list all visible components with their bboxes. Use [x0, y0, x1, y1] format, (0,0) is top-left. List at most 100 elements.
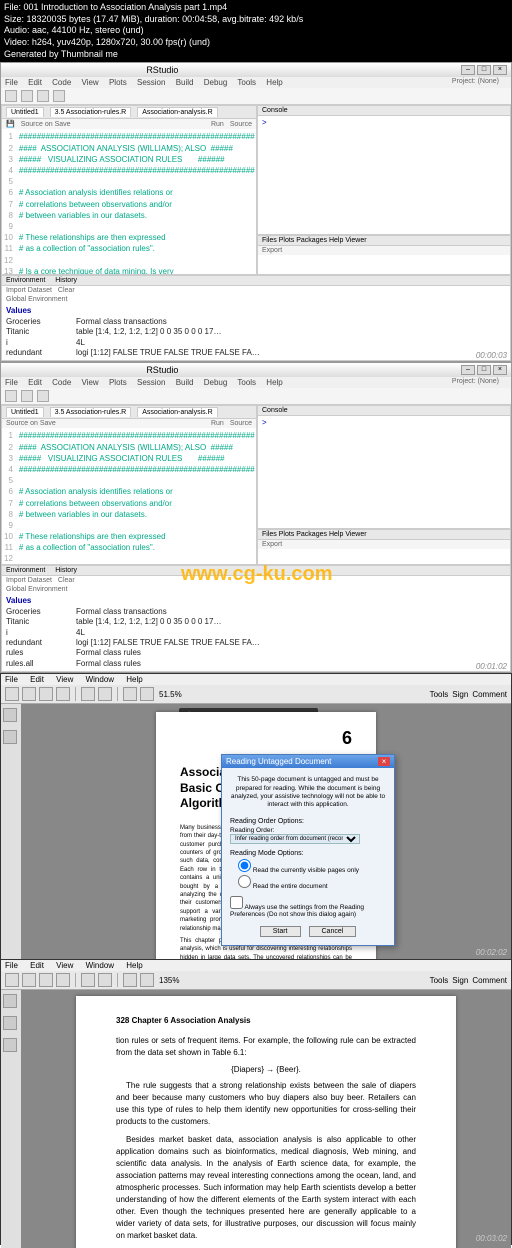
maximize-button[interactable]: □ [477, 65, 491, 75]
tab-history[interactable]: History [55, 567, 77, 574]
source-on-save[interactable]: Source on Save [21, 121, 71, 128]
menu-item[interactable]: Help [126, 961, 142, 970]
open-icon[interactable] [5, 973, 19, 987]
tab-plots[interactable]: Plots [279, 531, 295, 538]
zoom-level[interactable]: 51.5% [157, 690, 184, 699]
print-icon[interactable] [39, 687, 53, 701]
comment-button[interactable]: Comment [472, 690, 507, 699]
menu-item[interactable]: Debug [204, 378, 228, 387]
menu-item[interactable]: File [5, 378, 18, 387]
tab-viewer[interactable]: Viewer [345, 531, 366, 538]
tab-untitled[interactable]: Untitled1 [6, 107, 44, 117]
minimize-button[interactable]: – [461, 365, 475, 375]
tab-plots[interactable]: Plots [279, 237, 295, 244]
import-dataset-button[interactable]: Import Dataset [6, 287, 52, 294]
tab-assoc-analysis[interactable]: Association-analysis.R [137, 107, 217, 117]
menu-item[interactable]: Tools [237, 78, 256, 87]
sign-button[interactable]: Sign [452, 690, 468, 699]
tab-assoc-rules[interactable]: 3.5 Association-rules.R [50, 407, 132, 417]
pdf-page-328[interactable]: 328 Chapter 6 Association Analysis tion … [76, 996, 456, 1248]
close-button[interactable]: × [493, 65, 507, 75]
tab-environment[interactable]: Environment [6, 567, 45, 574]
zoom-in-icon[interactable] [140, 687, 154, 701]
zoom-level[interactable]: 135% [157, 976, 181, 985]
tools-button[interactable]: Tools [430, 976, 449, 985]
mail-icon[interactable] [56, 687, 70, 701]
menu-item[interactable]: Help [126, 675, 142, 684]
page-up-icon[interactable] [81, 973, 95, 987]
menu-item[interactable]: Tools [237, 378, 256, 387]
menu-item[interactable]: View [82, 378, 99, 387]
menu-item[interactable]: Help [266, 378, 282, 387]
menu-item[interactable]: Edit [30, 675, 44, 684]
open-file-icon[interactable] [21, 90, 33, 102]
export-button[interactable]: Export [262, 247, 282, 254]
page-down-icon[interactable] [98, 687, 112, 701]
save-icon[interactable] [37, 390, 49, 402]
bookmarks-icon[interactable] [3, 1016, 17, 1030]
attachments-icon[interactable] [3, 1038, 17, 1052]
menu-item[interactable]: File [5, 675, 18, 684]
titlebar[interactable]: RStudio – □ × [1, 363, 511, 377]
titlebar[interactable]: RStudio – □ × [1, 63, 511, 77]
new-file-icon[interactable] [5, 390, 17, 402]
save-icon[interactable] [37, 90, 49, 102]
close-button[interactable]: × [493, 365, 507, 375]
tab-packages[interactable]: Packages [296, 237, 327, 244]
zoom-in-icon[interactable] [140, 973, 154, 987]
dialog-close-button[interactable]: × [378, 757, 390, 766]
save-icon[interactable] [22, 973, 36, 987]
radio-visible-pages[interactable] [238, 859, 251, 872]
tab-assoc-analysis[interactable]: Association-analysis.R [137, 407, 217, 417]
source-on-save[interactable]: Source on Save [6, 420, 56, 427]
menu-item[interactable]: Session [137, 78, 165, 87]
env-scope[interactable]: Global Environment [6, 586, 67, 593]
menu-item[interactable]: Session [137, 378, 165, 387]
tab-files[interactable]: Files [262, 531, 277, 538]
save-icon[interactable] [22, 687, 36, 701]
tab-untitled[interactable]: Untitled1 [6, 407, 44, 417]
zoom-out-icon[interactable] [123, 687, 137, 701]
import-dataset-button[interactable]: Import Dataset [6, 577, 52, 584]
console-tab[interactable]: Console [258, 406, 510, 416]
menu-item[interactable]: Plots [109, 378, 127, 387]
env-scope[interactable]: Global Environment [6, 296, 67, 303]
menu-item[interactable]: Build [176, 78, 194, 87]
tab-help[interactable]: Help [329, 237, 343, 244]
code-text[interactable]: ########################################… [19, 430, 255, 565]
menu-item[interactable]: View [56, 961, 73, 970]
dialog-titlebar[interactable]: Reading Untagged Document × [222, 755, 394, 768]
run-button[interactable]: Run [211, 121, 224, 128]
new-file-icon[interactable] [5, 90, 17, 102]
page-down-icon[interactable] [98, 973, 112, 987]
console-body[interactable]: > [258, 416, 510, 430]
tab-packages[interactable]: Packages [296, 531, 327, 538]
project-label[interactable]: Project: (None) [452, 78, 499, 85]
tab-environment[interactable]: Environment [6, 277, 45, 284]
mail-icon[interactable] [56, 973, 70, 987]
menu-item[interactable]: Plots [109, 78, 127, 87]
menu-item[interactable]: Edit [28, 378, 42, 387]
reading-order-select[interactable]: Infer reading order from document (recom… [230, 834, 360, 844]
code-editor[interactable]: 12345678910111213141516171819 ##########… [2, 129, 256, 275]
cancel-button[interactable]: Cancel [309, 926, 357, 937]
comment-button[interactable]: Comment [472, 976, 507, 985]
menu-item[interactable]: Build [176, 378, 194, 387]
project-label[interactable]: Project: (None) [452, 378, 499, 385]
tab-files[interactable]: Files [262, 237, 277, 244]
menu-item[interactable]: Window [86, 961, 114, 970]
menu-item[interactable]: Code [52, 378, 71, 387]
maximize-button[interactable]: □ [477, 365, 491, 375]
code-text[interactable]: ########################################… [19, 131, 255, 275]
open-file-icon[interactable] [21, 390, 33, 402]
menu-item[interactable]: View [82, 78, 99, 87]
tools-button[interactable]: Tools [430, 690, 449, 699]
menu-item[interactable]: Window [86, 675, 114, 684]
radio-entire-doc[interactable] [238, 875, 251, 888]
print-icon[interactable] [53, 90, 65, 102]
menu-item[interactable]: Code [52, 78, 71, 87]
menu-item[interactable]: Edit [28, 78, 42, 87]
clear-button[interactable]: Clear [58, 287, 75, 294]
minimize-button[interactable]: – [461, 65, 475, 75]
run-button[interactable]: Run [211, 420, 224, 427]
